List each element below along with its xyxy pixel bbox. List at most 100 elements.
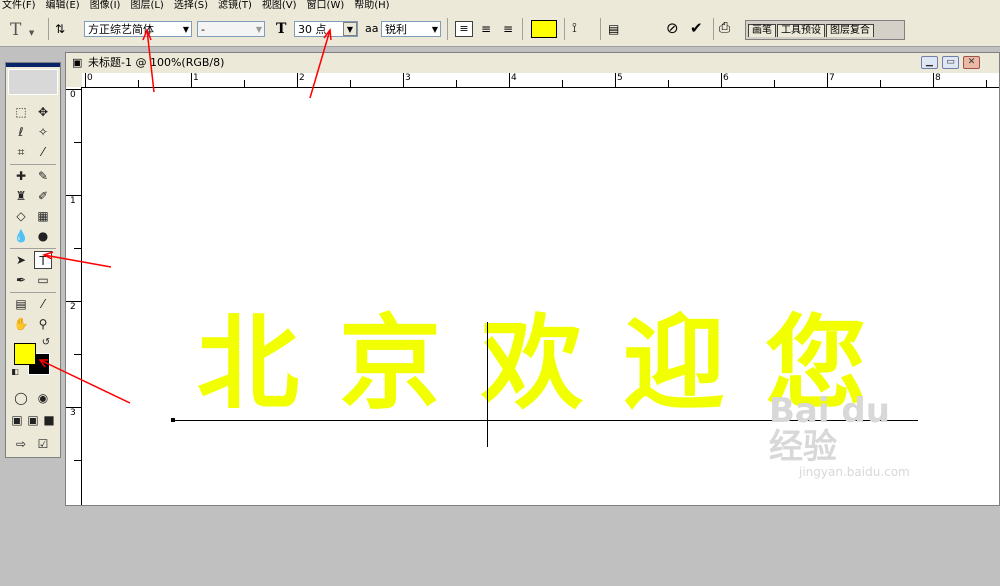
eyedropper-icon[interactable]: ⁄ [34, 295, 52, 313]
foreground-color-swatch[interactable] [14, 343, 36, 365]
align-right-button[interactable]: ≡ [499, 21, 517, 37]
gradient-tool-icon[interactable]: ▦ [34, 207, 52, 225]
pen-tool-icon[interactable]: ✒ [12, 271, 30, 289]
standard-mode-icon[interactable]: ◯ [12, 389, 30, 407]
brush-tool-icon[interactable]: ✎ [34, 167, 52, 185]
text-char: 京 [339, 305, 441, 424]
quick-mask-icon[interactable]: ◉ [34, 389, 52, 407]
text-char: 迎 [623, 305, 725, 424]
marquee-tool-icon[interactable]: ⬚ [12, 103, 30, 121]
separator [48, 18, 49, 40]
menu-image[interactable]: 图像(I) [90, 1, 121, 11]
warp-text-icon[interactable]: ⟟ [572, 20, 588, 38]
tool-preset-picker[interactable]: T ▼ [10, 20, 46, 40]
commit-edits-icon[interactable]: ✔ [690, 19, 708, 37]
slice-tool-icon[interactable]: ⁄ [34, 143, 52, 161]
magic-wand-icon[interactable]: ✧ [34, 123, 52, 141]
font-size-select[interactable]: 30 点 ▼ [294, 21, 358, 37]
type-tool-glyph: T [10, 20, 22, 40]
ruler-label: 4 [511, 73, 517, 83]
horizontal-ruler: 0 1 2 3 4 5 6 7 8 [82, 73, 999, 88]
tab-tool-presets[interactable]: 工具预设 [777, 24, 825, 37]
document-icon: ▣ [72, 56, 83, 69]
restore-button[interactable]: ▭ [942, 56, 959, 69]
document-title: 未标题-1 @ 100%(RGB/8) [88, 56, 225, 69]
separator [713, 18, 714, 40]
text-color-swatch[interactable] [531, 20, 557, 38]
screen-mode-full-menu-icon[interactable]: ▣ [25, 411, 41, 429]
crop-tool-icon[interactable]: ⌗ [12, 143, 30, 161]
file-browser-icon[interactable]: ⎙ [719, 19, 737, 37]
menu-window[interactable]: 窗口(W) [307, 1, 345, 11]
font-family-value: 方正综艺简体 [88, 23, 154, 36]
text-cursor [487, 322, 488, 447]
ruler-label: 8 [935, 73, 941, 83]
toolbox-separator [10, 292, 56, 293]
ruler-label: 0 [87, 73, 93, 83]
default-colors-icon[interactable]: ◧ [10, 367, 20, 377]
minimize-button[interactable]: ▁ [921, 56, 938, 69]
text-orientation-toggle-icon[interactable]: ⇅ [55, 21, 71, 37]
toolbox-titlebar[interactable] [6, 63, 60, 67]
tab-layer-comps[interactable]: 图层复合 [826, 24, 874, 37]
text-char: 欢 [481, 305, 583, 424]
text-char: 北 [197, 305, 299, 424]
cancel-edits-icon[interactable]: ⊘ [666, 19, 684, 37]
vertical-ruler: 0 1 2 3 [66, 87, 82, 505]
menu-help[interactable]: 帮助(H) [354, 1, 389, 11]
align-left-button[interactable]: ≡ [455, 21, 473, 37]
shape-tool-icon[interactable]: ▭ [34, 271, 52, 289]
text-layer[interactable]: 北 京 欢 迎 您 [197, 314, 867, 416]
separator [564, 18, 565, 40]
menu-view[interactable]: 视图(V) [262, 1, 297, 11]
swap-colors-icon[interactable]: ↺ [40, 337, 52, 349]
notes-tool-icon[interactable]: ▤ [12, 295, 30, 313]
ruler-label: 1 [70, 196, 76, 206]
chevron-down-icon: ▼ [255, 25, 262, 34]
jump-to-imageready-icon[interactable]: ⇨ [12, 435, 30, 453]
document-canvas[interactable]: 北 京 欢 迎 您 Bai du 经验 jingyan.baidu.com [82, 88, 999, 505]
ruler-ticks [66, 89, 81, 461]
checkbox-icon[interactable]: ☑ [34, 435, 52, 453]
path-selection-icon[interactable]: ➤ [12, 251, 30, 269]
screen-mode-full-icon[interactable]: ■ [41, 411, 57, 429]
dodge-tool-icon[interactable]: ● [34, 227, 52, 245]
ruler-label: 1 [193, 73, 199, 83]
eraser-tool-icon[interactable]: ◇ [12, 207, 30, 225]
document-titlebar[interactable]: ▣ 未标题-1 @ 100%(RGB/8) ▁ ▭ ✕ [66, 53, 999, 73]
antialias-select[interactable]: 锐利 ▼ [381, 21, 441, 37]
document-window: ▣ 未标题-1 @ 100%(RGB/8) ▁ ▭ ✕ 0 1 2 3 4 5 [65, 52, 1000, 506]
menu-file[interactable]: 文件(F) [2, 1, 36, 11]
feather-logo-icon[interactable] [8, 69, 58, 95]
menu-layer[interactable]: 图层(L) [130, 1, 163, 11]
ruler-label: 2 [299, 73, 305, 83]
separator [447, 18, 448, 40]
align-center-button[interactable]: ≡ [477, 21, 495, 37]
clone-stamp-icon[interactable]: ♜ [12, 187, 30, 205]
font-family-select[interactable]: 方正综艺简体 ▼ [84, 21, 192, 37]
ruler-label: 5 [617, 73, 623, 83]
healing-brush-icon[interactable]: ✚ [12, 167, 30, 185]
hand-tool-icon[interactable]: ✋ [12, 315, 30, 333]
menu-filter[interactable]: 滤镜(T) [218, 1, 252, 11]
history-brush-icon[interactable]: ✐ [34, 187, 52, 205]
ruler-label: 7 [829, 73, 835, 83]
font-style-select[interactable]: - ▼ [197, 21, 265, 37]
options-bar: T ▼ ⇅ 方正综艺简体 ▼ - ▼ T 30 点 ▼ aa 锐利 ▼ ≡ ≡ … [0, 12, 1000, 47]
zoom-tool-icon[interactable]: ⚲ [34, 315, 52, 333]
tab-brushes[interactable]: 画笔 [748, 24, 776, 37]
palette-tabs: 画笔 工具预设 图层复合 [748, 24, 875, 37]
close-icon[interactable]: ✕ [963, 56, 980, 69]
move-tool-icon[interactable]: ✥ [34, 103, 52, 121]
ruler-label: 3 [70, 408, 76, 418]
menu-select[interactable]: 选择(S) [174, 1, 208, 11]
screen-mode-standard-icon[interactable]: ▣ [9, 411, 25, 429]
lasso-tool-icon[interactable]: ℓ [12, 123, 30, 141]
ruler-label: 2 [70, 302, 76, 312]
chevron-down-icon: ▼ [182, 25, 189, 34]
character-palette-icon[interactable]: ▤ [608, 20, 624, 38]
blur-tool-icon[interactable]: 💧 [12, 227, 30, 245]
menu-edit[interactable]: 编辑(E) [46, 1, 80, 11]
antialias-icon: aa [365, 22, 379, 35]
type-tool-icon[interactable]: T [34, 251, 52, 269]
